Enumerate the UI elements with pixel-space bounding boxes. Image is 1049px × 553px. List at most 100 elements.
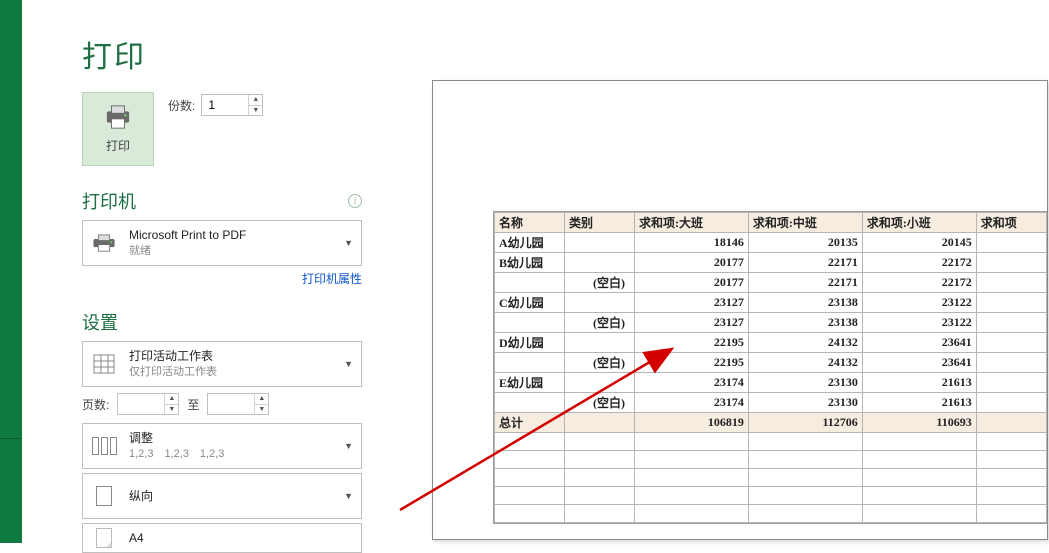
up-icon[interactable]: ▲ [255,394,268,405]
table-cell: 23138 [748,313,862,333]
table-header: 类别 [565,213,635,233]
printer-dropdown[interactable]: Microsoft Print to PDF 就绪 ▼ [82,220,362,266]
table-cell [976,413,1046,433]
table-cell: 20145 [862,233,976,253]
paper-icon [89,528,119,548]
table-cell: 23174 [635,393,749,413]
copies-label: 份数: [168,97,195,114]
print-button-label: 打印 [106,137,130,154]
print-scope-dropdown[interactable]: 打印活动工作表 仅打印活动工作表 ▼ [82,341,362,387]
table-cell: 23122 [862,313,976,333]
table-cell [976,469,1046,487]
settings-section-title: 设置 [82,309,118,335]
table-cell [862,505,976,523]
table-cell: 23130 [748,393,862,413]
page-to-stepper[interactable]: ▲▼ [207,393,269,415]
table-cell [748,469,862,487]
table-cell: (空白) [565,313,635,333]
pages-to-label: 至 [187,396,199,413]
table-cell [862,433,976,451]
table-cell: 23138 [748,293,862,313]
table-cell [495,505,565,523]
copies-input[interactable] [202,95,248,115]
table-cell [565,233,635,253]
table-cell [862,469,976,487]
table-cell: 23127 [635,313,749,333]
table-cell: 22195 [635,333,749,353]
orientation-dropdown[interactable]: 纵向 ▼ [82,473,362,519]
collate-icon [89,437,119,455]
table-cell: 24132 [748,353,862,373]
table-row: (空白)231272313823122 [495,313,1047,333]
table-cell [862,451,976,469]
page-title: 打印 [82,32,362,76]
table-row: A幼儿园181462013520145 [495,233,1047,253]
sheet-icon [89,352,119,376]
table-cell [976,373,1046,393]
up-icon[interactable]: ▲ [165,394,178,405]
table-cell: D幼儿园 [495,333,565,353]
table-cell: A幼儿园 [495,233,565,253]
copies-stepper[interactable]: ▲ ▼ [201,94,263,116]
print-button[interactable]: 打印 [82,92,154,166]
orientation-line1: 纵向 [129,488,355,504]
table-header: 求和项 [976,213,1046,233]
table-cell [495,451,565,469]
preview-page: 名称类别求和项:大班求和项:中班求和项:小班求和项 A幼儿园1814620135… [432,80,1048,540]
printer-small-icon [89,233,119,253]
chevron-down-icon: ▼ [344,359,353,369]
table-cell: 23174 [635,373,749,393]
copies-down-icon[interactable]: ▼ [249,106,262,116]
table-cell: 20135 [748,233,862,253]
collate-dropdown[interactable]: 调整 1,2,3 1,2,3 1,2,3 ▼ [82,423,362,469]
table-row [495,487,1047,505]
page-to-input[interactable] [208,394,254,414]
table-cell: 23122 [862,293,976,313]
table-cell [862,487,976,505]
page-from-stepper[interactable]: ▲▼ [117,393,179,415]
table-cell [976,293,1046,313]
table-row: (空白)201772217122172 [495,273,1047,293]
paper-dropdown[interactable]: A4 [82,523,362,553]
info-icon[interactable]: i [348,194,362,208]
table-header: 求和项:中班 [748,213,862,233]
down-icon[interactable]: ▼ [255,405,268,415]
table-cell [565,373,635,393]
backstage-left-bar [0,0,22,543]
table-row: D幼儿园221952413223641 [495,333,1047,353]
table-cell [565,253,635,273]
portrait-icon [89,486,119,506]
table-cell [976,433,1046,451]
table-cell [495,433,565,451]
table-cell [565,487,635,505]
page-from-input[interactable] [118,394,164,414]
print-preview-area: 名称类别求和项:大班求和项:中班求和项:小班求和项 A幼儿园1814620135… [432,80,1049,543]
table-cell: E幼儿园 [495,373,565,393]
table-cell [495,313,565,333]
table-cell: B幼儿园 [495,253,565,273]
table-cell: (空白) [565,393,635,413]
table-row: (空白)231742313021613 [495,393,1047,413]
table-cell [748,487,862,505]
down-icon[interactable]: ▼ [165,405,178,415]
table-cell: 21613 [862,393,976,413]
table-cell [495,353,565,373]
table-cell [976,313,1046,333]
table-cell [495,393,565,413]
table-cell [565,505,635,523]
table-cell [976,451,1046,469]
table-cell [748,433,862,451]
table-row [495,505,1047,523]
printer-status: 就绪 [129,244,355,259]
table-cell [976,353,1046,373]
table-cell [635,487,749,505]
table-header: 求和项:小班 [862,213,976,233]
copies-up-icon[interactable]: ▲ [249,95,262,106]
table-cell: 22171 [748,253,862,273]
printer-properties-link[interactable]: 打印机属性 [302,272,362,286]
table-row: C幼儿园231272313823122 [495,293,1047,313]
table-total-row: 总计106819112706110693 [495,413,1047,433]
table-cell [495,273,565,293]
table-cell [565,451,635,469]
table-row: (空白)221952413223641 [495,353,1047,373]
